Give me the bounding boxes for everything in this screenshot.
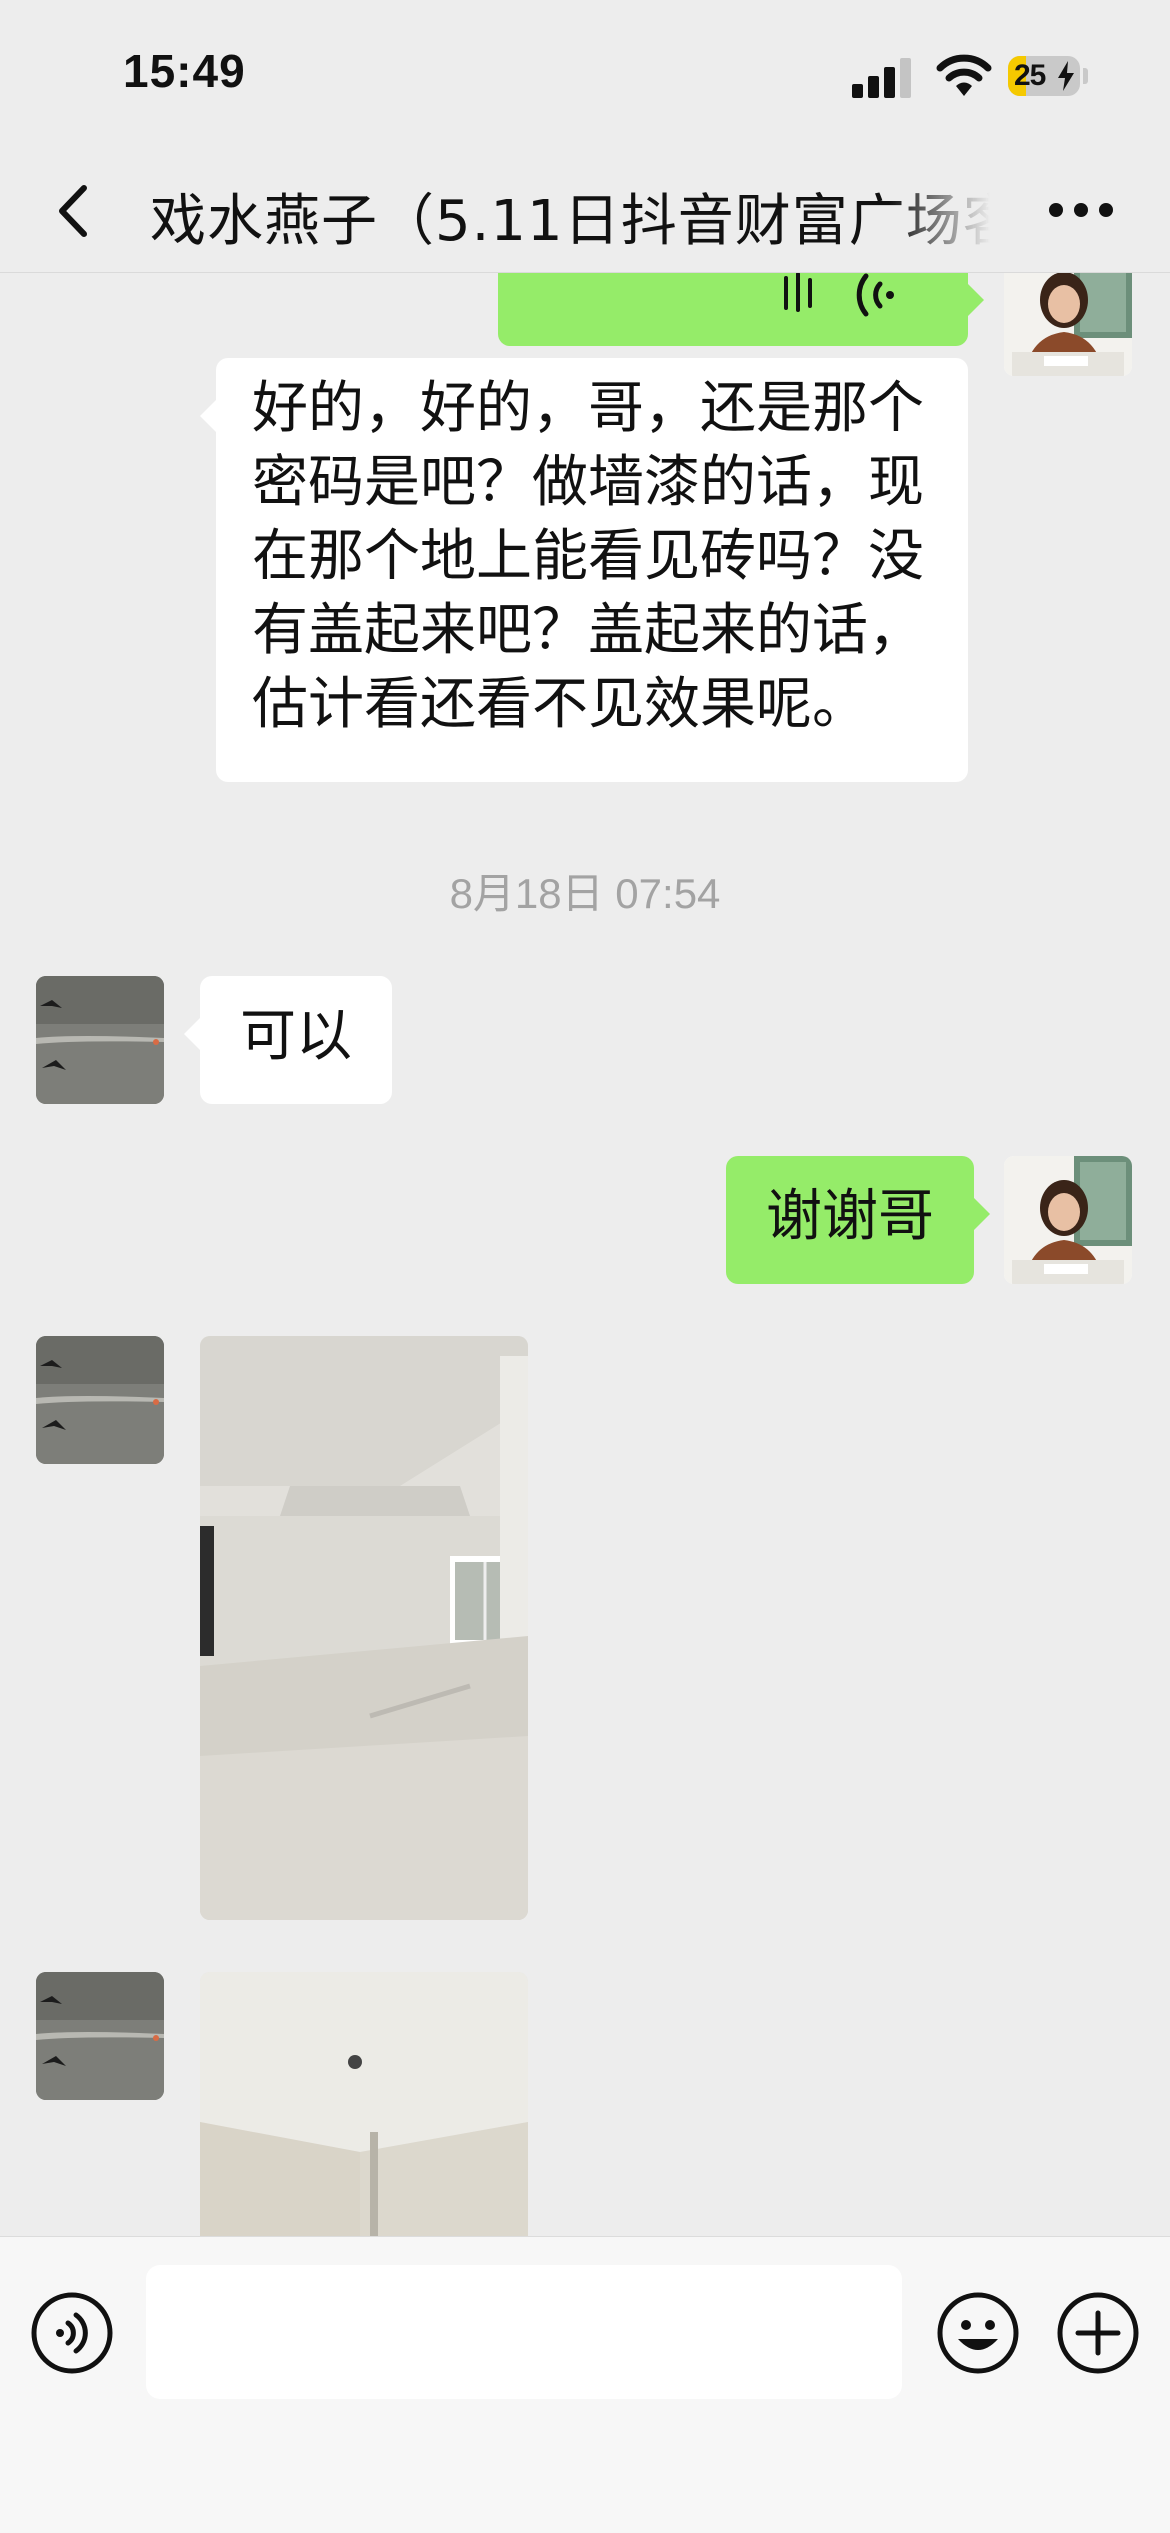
message-line: 好的，好的，哥，还是那个	[252, 376, 924, 441]
emoji-face-icon	[937, 2292, 1019, 2374]
contact-avatar[interactable]	[36, 1336, 164, 1464]
chevron-left-icon	[59, 185, 87, 237]
message-line: 在那个地上能看见砖吗？没	[252, 524, 924, 589]
message-line: 估计看还看不见效果呢。	[252, 672, 868, 737]
battery-level: 25	[1014, 59, 1046, 92]
empty-room-photo	[200, 1336, 528, 1920]
emoji-button[interactable]	[936, 2291, 1020, 2375]
battery-cap	[1083, 68, 1088, 84]
more-button[interactable]	[1046, 190, 1116, 230]
image-message[interactable]	[200, 1972, 528, 2236]
status-bar: 15:49 25	[0, 0, 1170, 150]
message-text: 可以	[240, 1004, 352, 1069]
status-time: 15:49	[123, 45, 246, 97]
plus-circle-icon	[1057, 2292, 1139, 2374]
voice-waves-icon	[784, 272, 894, 317]
lightning-bolt-icon	[1058, 61, 1074, 91]
more-functions-button[interactable]	[1056, 2291, 1140, 2375]
message-line: 密码是吧？做墙漆的话，现	[252, 450, 924, 515]
message-bubble-incoming[interactable]: 好的，好的，哥，还是那个 密码是吧？做墙漆的话，现 在那个地上能看见砖吗？没 有…	[200, 358, 968, 782]
image-message[interactable]	[200, 1336, 528, 1920]
wifi-icon	[936, 54, 992, 96]
more-dots-icon	[1049, 203, 1113, 217]
back-button[interactable]	[40, 176, 110, 246]
message-line: 有盖起来吧？盖起来的话，	[252, 598, 924, 663]
message-bubble-incoming[interactable]: 可以	[184, 976, 392, 1104]
room-ceiling-photo	[200, 1972, 528, 2236]
message-list[interactable]: 好的，好的，哥，还是那个 密码是吧？做墙漆的话，现 在那个地上能看见砖吗？没 有…	[0, 272, 1170, 2236]
chat-header: 戏水燕子（5.11日抖音财富广场客	[0, 150, 1170, 273]
chat-input-bar	[0, 2236, 1170, 2533]
battery-indicator: 25	[1008, 56, 1080, 96]
chat-title[interactable]: 戏水燕子（5.11日抖音财富广场客	[150, 176, 990, 257]
voice-input-icon	[31, 2292, 113, 2374]
message-bubble-outgoing[interactable]: 谢谢哥	[726, 1156, 990, 1284]
voice-input-button[interactable]	[30, 2291, 114, 2375]
contact-avatar[interactable]	[36, 976, 164, 1104]
voice-message-bubble[interactable]	[498, 272, 984, 346]
cellular-signal-icon	[852, 58, 911, 98]
contact-avatar[interactable]	[36, 1972, 164, 2100]
my-avatar[interactable]	[1004, 1156, 1132, 1284]
my-avatar[interactable]	[1004, 272, 1132, 376]
message-timestamp: 8月18日 07:54	[449, 870, 721, 917]
message-text: 谢谢哥	[766, 1184, 934, 1249]
message-input[interactable]	[146, 2265, 902, 2399]
